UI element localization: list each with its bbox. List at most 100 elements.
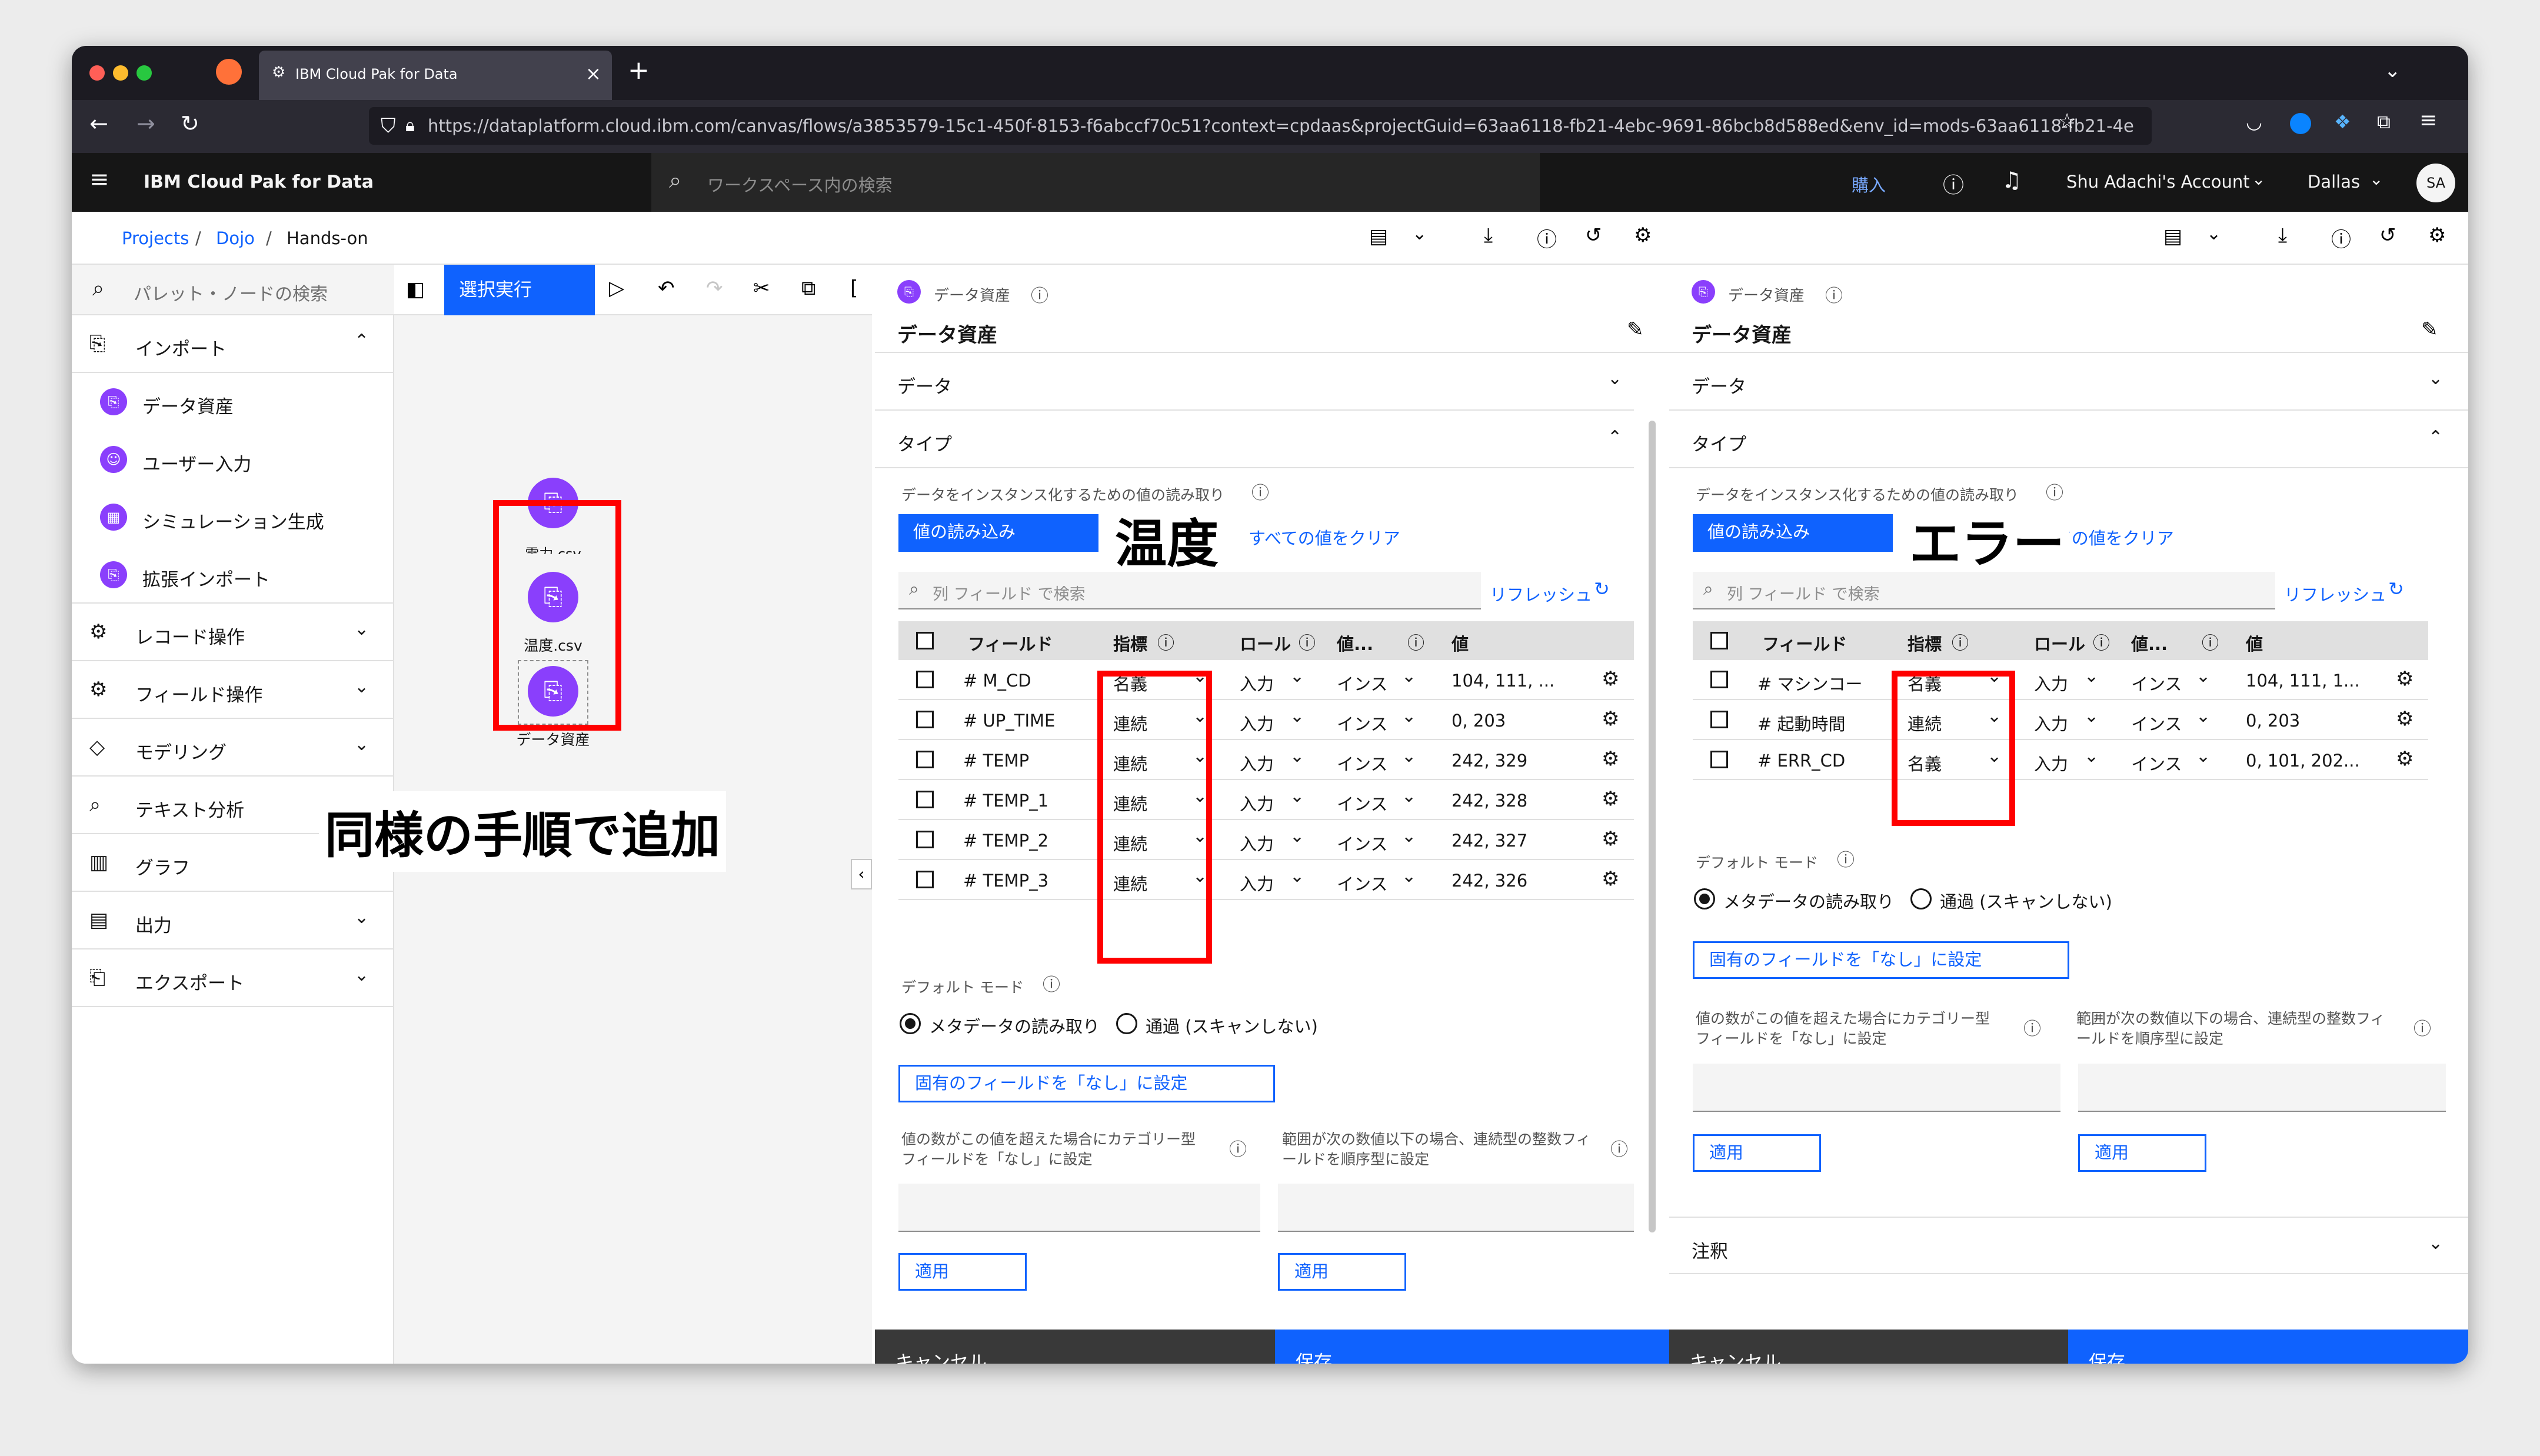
run-selected-button[interactable]: 選択実行 — [444, 265, 595, 315]
extensions-puzzle-icon[interactable]: ⧉ — [2377, 111, 2391, 134]
download-icon[interactable]: ⤓ — [2278, 224, 2287, 247]
history-icon[interactable]: ↺ — [1585, 224, 1602, 247]
apply-button[interactable]: 適用 — [898, 1253, 1027, 1291]
gear-icon[interactable]: ⚙ — [2396, 747, 2414, 771]
role-select[interactable]: 入力 — [1240, 711, 1274, 735]
gear-icon[interactable]: ⚙ — [1602, 787, 1619, 811]
set-unique-none-button[interactable]: 固有のフィールドを「なし」に設定 — [898, 1065, 1275, 1102]
table-row[interactable]: # M_CD 名義 ⌄ 入力 ⌄ インス ⌄ 104, 111, ... ⚙ — [898, 660, 1634, 700]
cancel-button[interactable]: キャンセル — [1669, 1330, 2068, 1364]
palette-search-input[interactable]: ⌕ パレット・ノードの検索 — [72, 265, 394, 315]
info-icon[interactable]: ⓘ — [2093, 629, 2110, 654]
toggle-palette-icon[interactable]: ◧ — [406, 278, 425, 301]
palette-item-user-input[interactable]: ☺ ユーザー入力 — [72, 431, 394, 488]
info-icon[interactable]: ⓘ — [1299, 629, 1316, 654]
apply-button[interactable]: 適用 — [2078, 1134, 2206, 1172]
edit-pencil-icon[interactable]: ✎ — [2421, 318, 2438, 341]
table-row[interactable]: # TEMP_3 連続 ⌄ 入力 ⌄ インス ⌄ 242, 326 ⚙ — [898, 860, 1634, 900]
row-checkbox[interactable] — [1710, 751, 1728, 768]
refresh-link[interactable]: リフレッシュ — [1490, 581, 1592, 606]
info-icon[interactable]: ⓘ — [1407, 629, 1424, 654]
role-select[interactable]: 入力 — [1240, 751, 1274, 775]
gear-icon[interactable]: ⚙ — [1602, 667, 1619, 691]
panel-scrollbar[interactable] — [1649, 421, 1656, 1232]
role-select[interactable]: 入力 — [1240, 671, 1274, 695]
palette-section-output[interactable]: ▤ 出力 ⌄ — [72, 892, 394, 949]
row-checkbox[interactable] — [1710, 711, 1728, 728]
flow-canvas[interactable]: ◧ 選択実行 ▷ ↶ ↷ ✂ ⧉ [ ⎘ 電力.csv ⎘ 温度.csv ⎘ デ… — [319, 265, 872, 1364]
hamburger-menu-icon[interactable]: ≡ — [2419, 108, 2437, 132]
extension-icon[interactable] — [2290, 113, 2311, 134]
radio-pass-through[interactable] — [1910, 888, 1932, 909]
node-data-asset[interactable]: ⎘ — [528, 666, 578, 717]
accordion-data[interactable]: データ ⌄ — [875, 353, 1634, 411]
chevron-down-icon[interactable]: ⌄ — [2206, 224, 2221, 244]
ordinal-threshold-input[interactable] — [2078, 1064, 2446, 1112]
role-select[interactable]: 入力 — [1240, 791, 1274, 815]
value-type-select[interactable]: インス — [1337, 791, 1387, 815]
gear-icon[interactable]: ⚙ — [2396, 707, 2414, 731]
radio-read-metadata[interactable] — [1694, 888, 1715, 909]
cut-icon[interactable]: ✂ — [753, 276, 770, 300]
ordinal-threshold-input[interactable] — [1278, 1184, 1634, 1232]
clear-all-values-link[interactable]: すべての値をクリア — [1249, 525, 1400, 549]
save-button[interactable]: 保存 — [2068, 1330, 2468, 1364]
node-temperature-csv[interactable]: ⎘ — [528, 572, 578, 622]
close-window-button[interactable] — [89, 65, 105, 81]
palette-section-record-ops[interactable]: ⚙ レコード操作 ⌄ — [72, 604, 394, 661]
gear-icon[interactable]: ⚙ — [1602, 827, 1619, 851]
new-tab-icon[interactable]: + — [628, 55, 650, 85]
help-icon[interactable]: ⓘ — [1031, 281, 1048, 307]
chevron-down-icon[interactable]: ⌄ — [1412, 224, 1427, 244]
maximize-window-button[interactable] — [137, 65, 152, 81]
account-switcher[interactable]: Shu Adachi's Account — [2066, 172, 2250, 192]
undo-icon[interactable]: ↶ — [658, 276, 675, 300]
column-search-input[interactable]: ⌕ 列 フィールド で検索 — [898, 572, 1481, 609]
palette-section-field-ops[interactable]: ⚙ フィールド操作 ⌄ — [72, 661, 394, 719]
value-type-select[interactable]: インス — [1337, 711, 1387, 735]
buy-link[interactable]: 購入 — [1852, 172, 1886, 196]
value-type-select[interactable]: インス — [1337, 831, 1387, 855]
help-icon[interactable]: ⓘ — [1825, 281, 1843, 307]
main-menu-icon[interactable]: ≡ — [89, 166, 109, 193]
value-type-select[interactable]: インス — [1337, 671, 1387, 695]
settings-icon[interactable]: ⚙ — [2428, 224, 2446, 247]
row-checkbox[interactable] — [916, 831, 934, 848]
refresh-link[interactable]: リフレッシュ — [2284, 581, 2386, 606]
info-icon[interactable]: ⓘ — [1157, 629, 1174, 654]
row-checkbox[interactable] — [916, 711, 934, 728]
palette-section-modeling[interactable]: ◇ モデリング ⌄ — [72, 719, 394, 777]
extension-2-icon[interactable]: ❖ — [2334, 111, 2351, 133]
breadcrumb-dojo[interactable]: Dojo — [216, 228, 255, 248]
row-checkbox[interactable] — [916, 671, 934, 688]
info-icon[interactable]: ⓘ — [2046, 484, 2063, 504]
workspace-search[interactable]: ⌕ ワークスペース内の検索 — [651, 153, 1540, 212]
gear-icon[interactable]: ⚙ — [1602, 707, 1619, 731]
accordion-data[interactable]: データ ⌄ — [1669, 353, 2468, 411]
pocket-icon[interactable]: ◡ — [2246, 111, 2262, 133]
refresh-icon[interactable]: ↻ — [2388, 578, 2404, 600]
read-values-button[interactable]: 値の読み込み — [1693, 514, 1893, 552]
play-icon[interactable]: ▷ — [609, 276, 624, 300]
info-icon[interactable]: ⓘ — [1610, 1140, 1628, 1160]
palette-item-extension-import[interactable]: ⎘ 拡張インポート — [72, 546, 394, 604]
tab-list-chevron-icon[interactable]: ⌄ — [2384, 59, 2401, 82]
row-checkbox[interactable] — [916, 751, 934, 768]
gear-icon[interactable]: ⚙ — [2396, 667, 2414, 691]
reload-icon[interactable]: ↻ — [181, 111, 199, 136]
apply-button[interactable]: 適用 — [1693, 1134, 1821, 1172]
role-select[interactable]: 入力 — [1240, 871, 1274, 895]
info-icon[interactable]: ⓘ — [1537, 224, 1557, 252]
role-select[interactable]: 入力 — [2034, 751, 2068, 775]
category-threshold-input[interactable] — [1693, 1064, 2060, 1112]
value-type-select[interactable]: インス — [1337, 871, 1387, 895]
role-select[interactable]: 入力 — [2034, 671, 2068, 695]
read-values-button[interactable]: 値の読み込み — [898, 514, 1098, 552]
row-checkbox[interactable] — [916, 791, 934, 808]
value-type-select[interactable]: インス — [2131, 671, 2182, 695]
redo-icon[interactable]: ↷ — [706, 276, 723, 300]
breadcrumb-projects[interactable]: Projects — [122, 228, 189, 248]
accordion-type[interactable]: タイプ ⌃ — [1669, 411, 2468, 468]
cancel-button[interactable]: キャンセル — [875, 1330, 1275, 1364]
table-row[interactable]: # UP_TIME 連続 ⌄ 入力 ⌄ インス ⌄ 0, 203 ⚙ — [898, 700, 1634, 740]
